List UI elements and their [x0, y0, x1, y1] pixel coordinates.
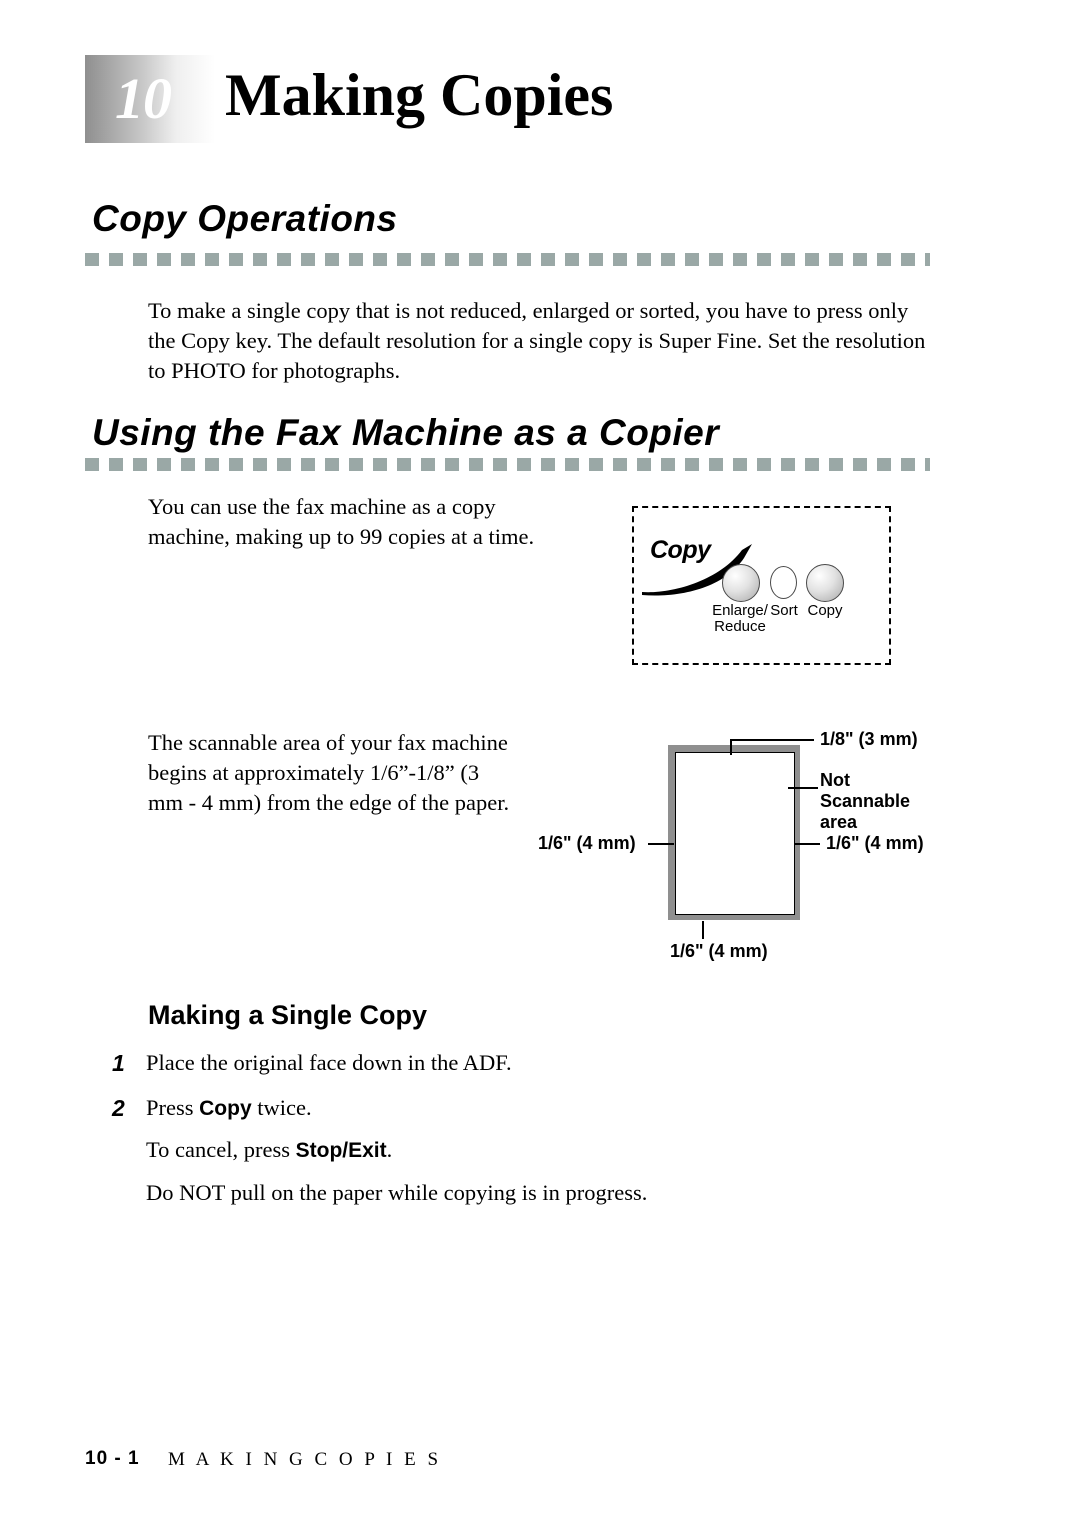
step-number-2: 2 — [112, 1095, 125, 1121]
section-rule-1 — [85, 253, 930, 266]
leader-bottom — [702, 921, 704, 939]
enlarge-reduce-label-line1: Enlarge/ — [712, 602, 768, 619]
copy-button[interactable] — [806, 564, 844, 602]
section-rule-2 — [85, 458, 930, 471]
enlarge-reduce-button[interactable] — [722, 564, 760, 602]
subsection-heading: Making a Single Copy — [148, 1000, 428, 1030]
sort-label: Sort — [770, 602, 798, 619]
note-do-not-pull: Do NOT pull on the paper while copying i… — [146, 1180, 648, 1205]
dim-right: 1/6" (4 mm) — [826, 833, 924, 853]
step-2-key-copy: Copy — [199, 1097, 252, 1120]
chapter-number: 10 — [115, 66, 172, 131]
step-2-post: twice. — [251, 1095, 312, 1120]
leader-top-vertical — [730, 739, 732, 755]
step-number-1: 1 — [112, 1050, 125, 1076]
chapter-title: Making Copies — [225, 62, 614, 128]
dim-bottom: 1/6" (4 mm) — [670, 941, 768, 961]
section-heading-copy-operations: Copy Operations — [92, 198, 398, 239]
copy-label: Copy — [807, 602, 843, 619]
leader-right — [794, 843, 820, 845]
cancel-key-stop-exit: Stop/Exit — [295, 1139, 387, 1162]
paragraph-copy-operations: To make a single copy that is not reduce… — [148, 298, 926, 383]
paragraph-fax-as-copier: You can use the fax machine as a copy ma… — [148, 494, 535, 549]
paragraph-scannable-area: The scannable area of your fax machine b… — [148, 730, 510, 815]
enlarge-reduce-label-line2: Reduce — [714, 618, 766, 635]
leader-top-horizontal — [730, 739, 814, 741]
section-heading-using-fax-as-copier: Using the Fax Machine as a Copier — [92, 412, 720, 453]
footer-page-number: 10 - 1 — [85, 1448, 140, 1469]
not-scannable-line3: area — [820, 812, 858, 832]
not-scannable-line2: Scannable — [820, 791, 911, 811]
swoosh-decoration — [642, 544, 752, 596]
scannable-area-figure: 1/8" (3 mm) Not Scannable area 1/6" (4 m… — [530, 725, 950, 975]
leader-left — [648, 843, 674, 845]
dim-top: 1/8" (3 mm) — [820, 729, 918, 749]
sort-button[interactable] — [770, 566, 797, 599]
cancel-instruction: To cancel, press Stop/Exit. — [146, 1135, 846, 1166]
footer-label: M A K I N G C O P I E S — [168, 1449, 442, 1470]
cancel-post: . — [386, 1137, 393, 1162]
leader-not-scannable — [788, 787, 818, 789]
not-scannable-line1: Not — [820, 770, 850, 790]
page-inner-white — [675, 752, 795, 915]
cancel-pre: To cancel, press — [146, 1137, 296, 1162]
step-text-1: Place the original face down in the ADF. — [146, 1050, 512, 1075]
control-panel-figure: Copy Enlarge/ Reduce Sort Copy — [632, 506, 891, 665]
dim-left: 1/6" (4 mm) — [538, 833, 636, 853]
step-text-2: Press Copy twice. — [146, 1093, 846, 1124]
step-2-pre: Press — [146, 1095, 200, 1120]
not-scannable-label: Not Scannable area — [820, 770, 910, 833]
chapter-header: 10 Making Copies — [85, 55, 985, 145]
